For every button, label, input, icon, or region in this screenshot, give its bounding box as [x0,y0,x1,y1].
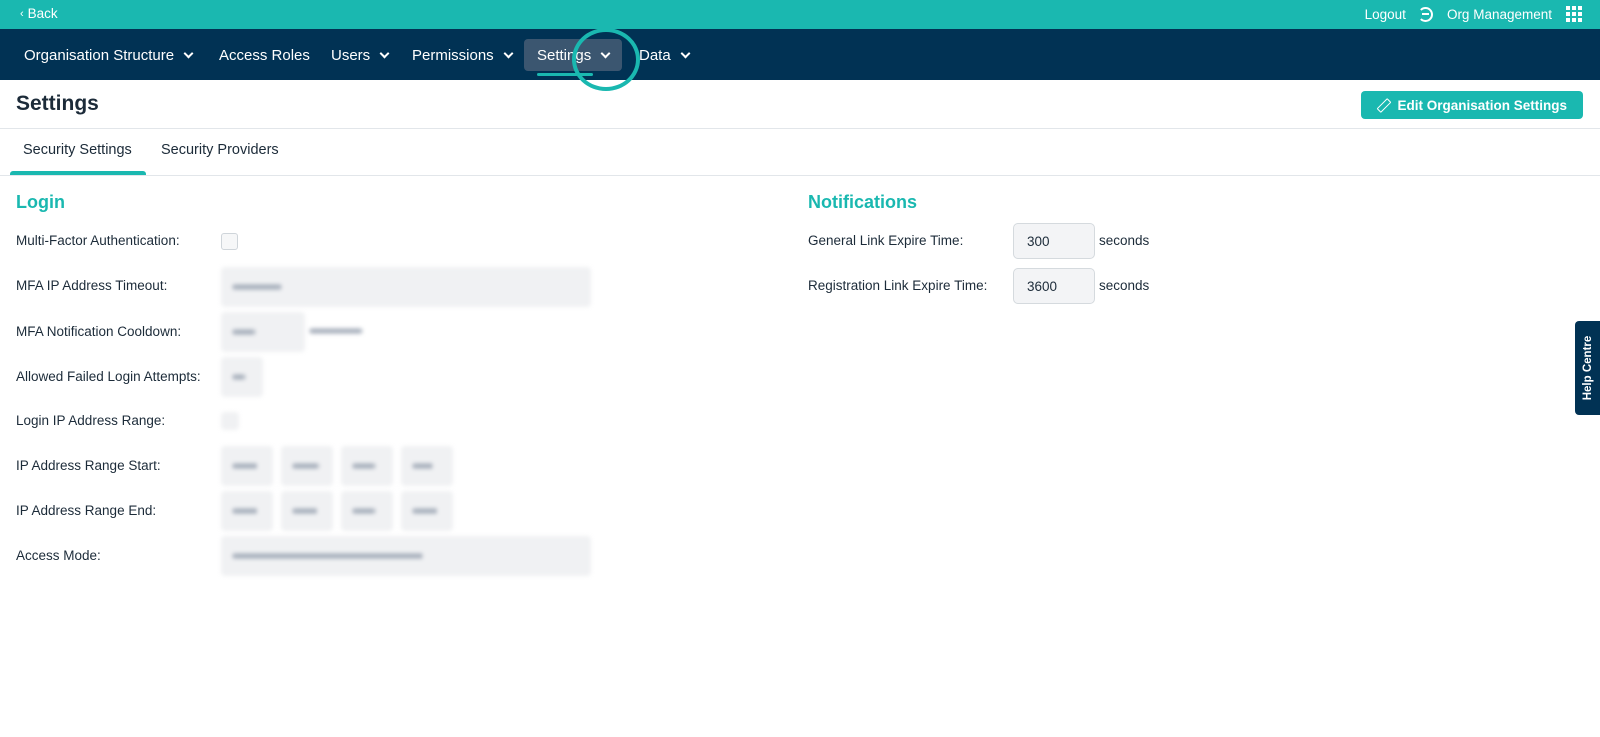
nav-label: Users [331,46,371,64]
nav-label: Permissions [412,46,494,64]
chevron-down-icon [680,48,691,58]
general-link-expire-input[interactable] [1013,223,1095,259]
pencil-icon [1377,99,1389,111]
chevron-left-icon: ‹ [20,7,24,20]
nav-access-roles[interactable]: Access Roles [206,39,323,71]
tab-security-providers[interactable]: Security Providers [161,142,279,158]
mfa-label: Multi-Factor Authentication: [16,233,180,248]
ip-start-octet-3[interactable] [341,446,393,486]
notifications-section-title: Notifications [808,192,918,212]
ip-end-label: IP Address Range End: [16,503,157,518]
back-label: Back [27,6,58,21]
failed-attempts-label: Allowed Failed Login Attempts: [16,369,201,384]
logout-button[interactable]: Logout [1364,6,1433,22]
back-link[interactable]: ‹ Back [20,6,58,21]
org-management-link[interactable]: Org Management [1447,7,1552,22]
edit-organisation-settings-button[interactable]: Edit Organisation Settings [1361,91,1583,119]
failed-attempts-field[interactable] [221,357,263,397]
apps-grid-icon[interactable] [1566,6,1582,22]
login-section-title: Login [16,192,65,212]
help-centre-tab[interactable]: Help Centre [1575,321,1600,415]
registration-link-expire-unit: seconds [1099,278,1150,293]
logout-icon [1417,6,1433,22]
chevron-down-icon [379,48,390,58]
chevron-down-icon [503,48,514,58]
registration-link-expire-label: Registration Link Expire Time: [808,278,988,293]
access-mode-label: Access Mode: [16,548,101,563]
mfa-cooldown-label: MFA Notification Cooldown: [16,324,182,339]
mfa-cooldown-field[interactable] [221,312,305,352]
access-mode-field[interactable] [221,536,591,576]
nav-label: Settings [537,46,592,64]
tab-security-settings[interactable]: Security Settings [23,142,132,158]
mfa-checkbox[interactable] [221,233,238,250]
nav-permissions[interactable]: Permissions [399,39,525,71]
nav-settings[interactable]: Settings [524,39,623,71]
mfa-ip-timeout-label: MFA IP Address Timeout: [16,278,168,293]
ip-start-label: IP Address Range Start: [16,458,161,473]
mfa-ip-timeout-field[interactable] [221,267,591,307]
chevron-down-icon [183,48,194,58]
ip-end-octet-3[interactable] [341,491,393,531]
ip-end-octet-1[interactable] [221,491,273,531]
chevron-down-icon [600,48,611,58]
help-centre-label: Help Centre [1581,335,1594,401]
nav-label: Access Roles [219,46,310,64]
general-link-expire-label: General Link Expire Time: [808,233,964,248]
nav-label: Organisation Structure [24,46,175,64]
page-title: Settings [16,92,99,115]
nav-label: Data [639,46,671,64]
nav-organisation-structure[interactable]: Organisation Structure [11,39,205,71]
general-link-expire-unit: seconds [1099,233,1150,248]
nav-active-indicator [537,73,593,76]
nav-users[interactable]: Users [318,39,401,71]
top-bar: ‹ Back Logout Org Management [0,0,1600,29]
nav-data[interactable]: Data [626,39,702,71]
main-nav: Organisation Structure Access Roles User… [0,29,1600,80]
ip-end-octet-2[interactable] [281,491,333,531]
ip-range-checkbox[interactable] [221,412,239,430]
tabs-divider [0,175,1600,176]
header-divider [0,128,1600,129]
top-right-actions: Logout Org Management [1365,6,1582,22]
mfa-cooldown-unit [308,322,368,340]
ip-end-octet-4[interactable] [401,491,453,531]
ip-start-octet-1[interactable] [221,446,273,486]
ip-start-octet-4[interactable] [401,446,453,486]
registration-link-expire-input[interactable] [1013,268,1095,304]
ip-range-label: Login IP Address Range: [16,413,166,428]
ip-start-octet-2[interactable] [281,446,333,486]
logout-label: Logout [1364,6,1406,22]
edit-button-label: Edit Organisation Settings [1397,97,1567,113]
